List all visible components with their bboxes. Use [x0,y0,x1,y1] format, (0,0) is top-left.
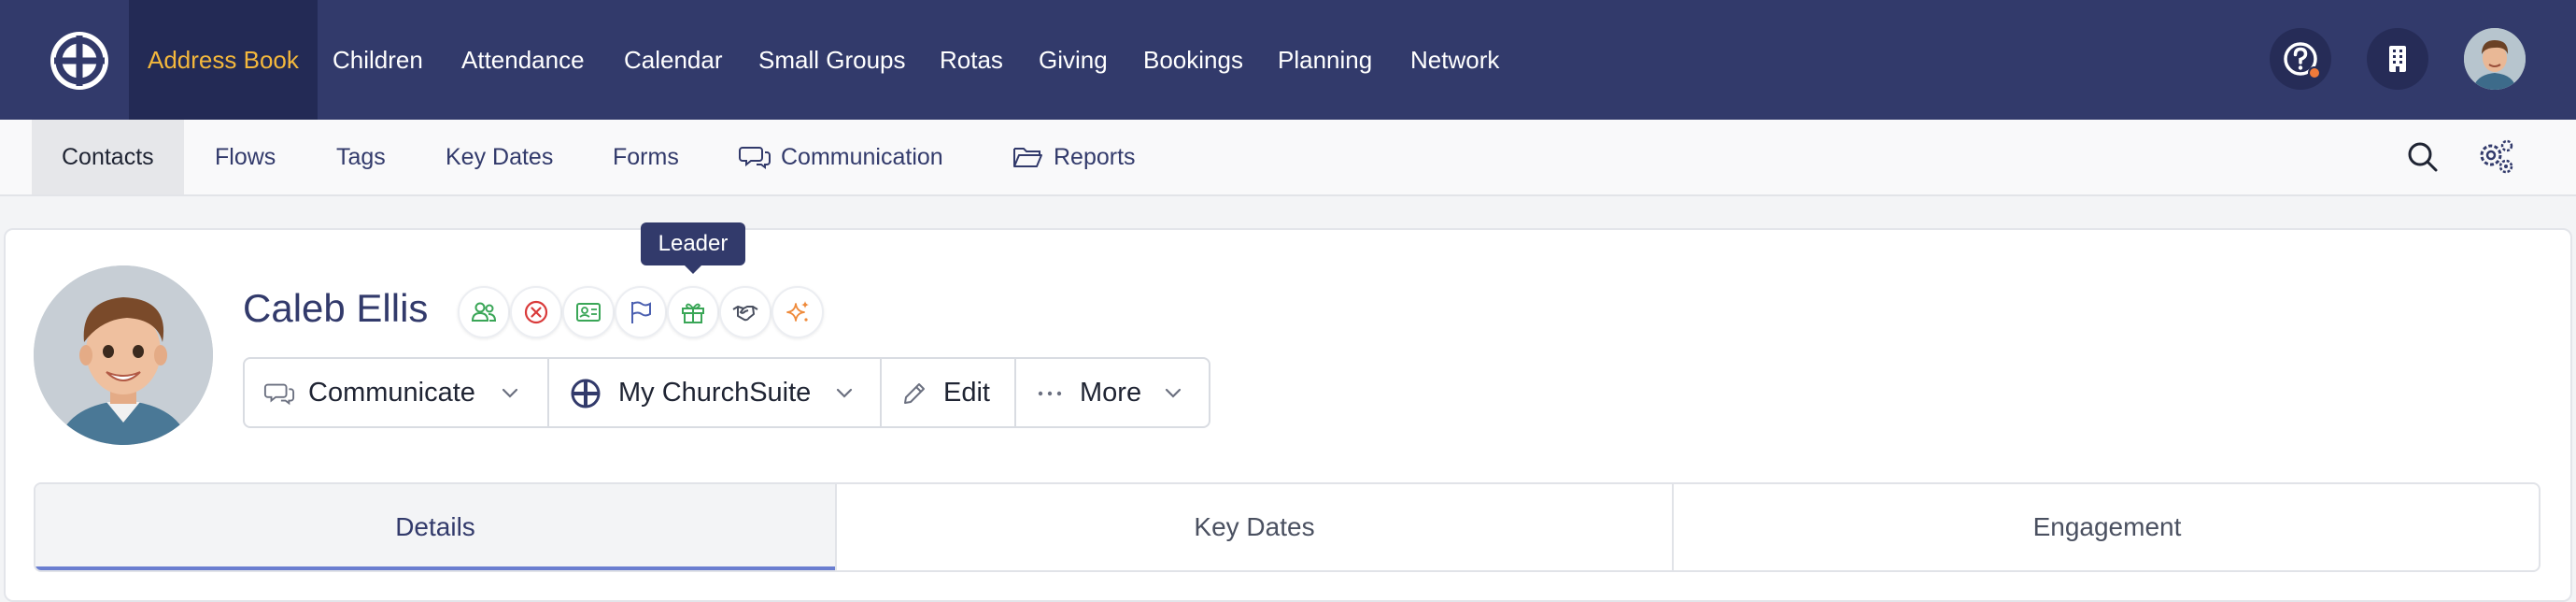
my-churchsuite-label: My ChurchSuite [618,378,812,408]
tooltip-arrow [684,265,702,274]
flag-icon [631,301,651,323]
chat-icon [263,383,295,406]
badge-status[interactable] [510,286,562,338]
tab-details[interactable]: Details [35,484,835,570]
more-button[interactable]: More [1016,359,1209,426]
edit-button[interactable]: Edit [882,359,1014,426]
my-churchsuite-button[interactable]: My ChurchSuite [549,359,880,426]
badge-membership[interactable] [562,286,615,338]
nav-item-children[interactable]: Children [333,0,423,120]
help-button[interactable] [2270,28,2331,90]
settings-icon[interactable] [2475,136,2516,178]
contact-tabs: Details Key Dates Engagement [34,482,2541,572]
nav-item-address-book[interactable]: Address Book [129,0,318,120]
churchsuite-logo-icon[interactable] [49,30,110,92]
contact-avatar-icon [34,265,213,445]
user-avatar[interactable] [2464,28,2526,90]
sparkles-icon [786,301,809,322]
help-icon [2284,42,2321,79]
handshake-icon [732,306,758,322]
gift-icon [682,303,704,323]
subnav-item-forms[interactable]: Forms [613,120,679,194]
nav-item-small-groups[interactable]: Small Groups [758,0,906,120]
x-circle-icon [524,300,548,324]
people-icon [471,302,497,322]
folder-icon [1013,148,1042,167]
chat-icon [739,147,771,169]
subnav-item-reports[interactable]: Reports [1054,120,1136,194]
nav-item-rotas[interactable]: Rotas [940,0,1003,120]
notification-dot-icon [2308,66,2321,79]
sub-navigation-bar: Contacts Flows Tags Key Dates Forms Comm… [0,120,2576,196]
badge-leader[interactable] [667,286,719,338]
communicate-label: Communicate [308,378,475,408]
chevron-down-icon [502,388,518,398]
chevron-down-icon [836,388,853,398]
nav-item-network[interactable]: Network [1410,0,1499,120]
subnav-item-contacts[interactable]: Contacts [32,120,184,194]
top-navigation-bar: Address Book Children Attendance Calenda… [0,0,2576,120]
subnav-item-flows[interactable]: Flows [215,120,276,194]
building-icon [2389,46,2406,72]
nav-item-planning[interactable]: Planning [1278,0,1372,120]
leader-tooltip: Leader [641,222,745,265]
organisation-button[interactable] [2367,28,2428,90]
contact-actions: Communicate My ChurchSuite Edit More [243,357,1210,428]
id-card-icon [576,303,601,322]
edit-label: Edit [943,378,990,408]
churchsuite-icon [571,379,601,408]
subnav-item-communication[interactable]: Communication [781,120,943,194]
nav-item-bookings[interactable]: Bookings [1143,0,1243,120]
badge-flag[interactable] [615,286,667,338]
badge-serving[interactable] [719,286,771,338]
chevron-down-icon [1165,388,1182,398]
communicate-button[interactable]: Communicate [245,359,547,426]
subnav-item-tags[interactable]: Tags [336,120,386,194]
search-icon[interactable] [2404,138,2442,176]
contact-name: Caleb Ellis [243,286,429,330]
nav-item-attendance[interactable]: Attendance [461,0,585,120]
nav-item-calendar[interactable]: Calendar [624,0,723,120]
contact-avatar [34,265,213,445]
badge-group-member[interactable] [458,286,510,338]
badge-new[interactable] [771,286,824,338]
ellipsis-icon [1038,391,1062,396]
more-label: More [1080,378,1142,408]
user-avatar-icon [2464,28,2526,90]
nav-item-giving[interactable]: Giving [1039,0,1108,120]
pencil-icon [904,383,925,404]
subnav-item-key-dates[interactable]: Key Dates [446,120,553,194]
tab-engagement[interactable]: Engagement [1674,484,2539,570]
tab-key-dates[interactable]: Key Dates [837,484,1672,570]
